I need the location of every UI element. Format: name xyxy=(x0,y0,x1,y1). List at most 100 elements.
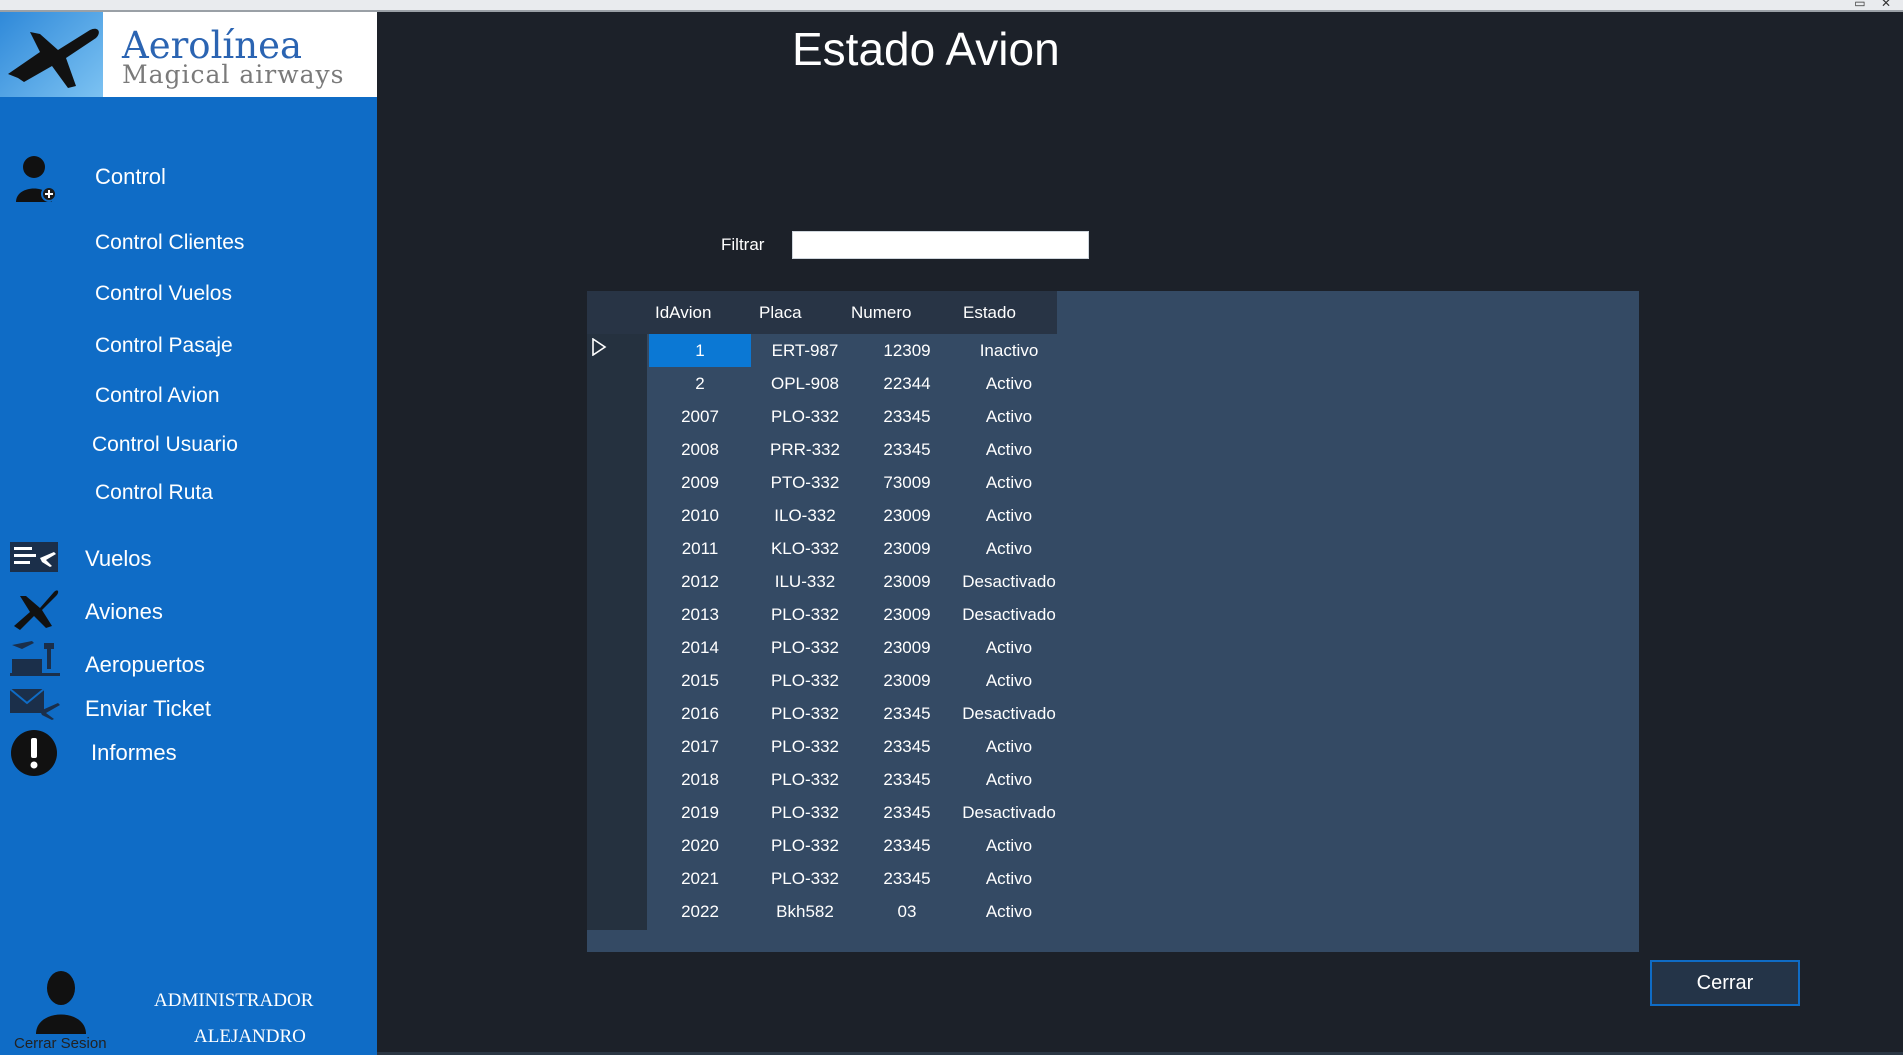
cell-placa[interactable]: PLO-332 xyxy=(757,400,853,433)
sidebar-item-control[interactable]: Control xyxy=(95,164,166,190)
table-row[interactable]: 2010 ILO-332 23009 Activo xyxy=(647,499,1057,532)
cell-estado[interactable]: Activo xyxy=(961,631,1057,664)
sidebar-item-control-avion[interactable]: Control Avion xyxy=(95,384,220,408)
cell-placa[interactable]: PLO-332 xyxy=(757,796,853,829)
cell-idavion[interactable]: 2 xyxy=(649,367,751,400)
logout-link[interactable]: Cerrar Sesion xyxy=(14,1035,107,1052)
cell-placa[interactable]: PLO-332 xyxy=(757,697,853,730)
table-row[interactable]: 1 ERT-987 12309 Inactivo xyxy=(647,334,1057,367)
cell-numero[interactable]: 23345 xyxy=(853,730,961,763)
table-row[interactable]: 2014 PLO-332 23009 Activo xyxy=(647,631,1057,664)
cell-placa[interactable]: ERT-987 xyxy=(757,334,853,367)
cell-placa[interactable]: ILU-332 xyxy=(757,565,853,598)
cell-idavion[interactable]: 2019 xyxy=(649,796,751,829)
cell-estado[interactable]: Activo xyxy=(961,532,1057,565)
cell-numero[interactable]: 03 xyxy=(853,895,961,928)
cell-estado[interactable]: Activo xyxy=(961,367,1057,400)
cell-idavion[interactable]: 2008 xyxy=(649,433,751,466)
cell-placa[interactable]: PLO-332 xyxy=(757,862,853,895)
cell-estado[interactable]: Desactivado xyxy=(961,565,1057,598)
cell-numero[interactable]: 23009 xyxy=(853,565,961,598)
cell-idavion[interactable]: 2018 xyxy=(649,763,751,796)
cell-idavion[interactable]: 2015 xyxy=(649,664,751,697)
sidebar-item-aviones[interactable]: Aviones xyxy=(85,599,163,625)
cell-numero[interactable]: 12309 xyxy=(853,334,961,367)
sidebar-item-vuelos[interactable]: Vuelos xyxy=(85,546,151,572)
cell-idavion[interactable]: 2016 xyxy=(649,697,751,730)
cell-placa[interactable]: ILO-332 xyxy=(757,499,853,532)
table-row[interactable]: 2015 PLO-332 23009 Activo xyxy=(647,664,1057,697)
cell-idavion[interactable]: 2013 xyxy=(649,598,751,631)
cell-numero[interactable]: 23345 xyxy=(853,697,961,730)
column-header-placa[interactable]: Placa xyxy=(759,291,802,334)
cell-placa[interactable]: Bkh582 xyxy=(757,895,853,928)
window-controls[interactable]: ▭ ✕ xyxy=(1854,0,1897,10)
cell-idavion[interactable]: 2014 xyxy=(649,631,751,664)
cell-estado[interactable]: Desactivado xyxy=(961,697,1057,730)
close-button[interactable]: Cerrar xyxy=(1650,960,1800,1006)
cell-placa[interactable]: PLO-332 xyxy=(757,763,853,796)
cell-placa[interactable]: PLO-332 xyxy=(757,664,853,697)
table-row[interactable]: 2022 Bkh582 03 Activo xyxy=(647,895,1057,928)
cell-idavion[interactable]: 2009 xyxy=(649,466,751,499)
table-row[interactable]: 2011 KLO-332 23009 Activo xyxy=(647,532,1057,565)
cell-estado[interactable]: Activo xyxy=(961,763,1057,796)
cell-estado[interactable]: Desactivado xyxy=(961,796,1057,829)
cell-estado[interactable]: Activo xyxy=(961,730,1057,763)
filter-input[interactable] xyxy=(792,231,1089,259)
cell-idavion[interactable]: 2022 xyxy=(649,895,751,928)
cell-estado[interactable]: Activo xyxy=(961,400,1057,433)
cell-idavion[interactable]: 2007 xyxy=(649,400,751,433)
cell-idavion[interactable]: 1 xyxy=(649,334,751,367)
cell-idavion[interactable]: 2017 xyxy=(649,730,751,763)
cell-placa[interactable]: PLO-332 xyxy=(757,631,853,664)
cell-placa[interactable]: KLO-332 xyxy=(757,532,853,565)
cell-idavion[interactable]: 2021 xyxy=(649,862,751,895)
table-row[interactable]: 2021 PLO-332 23345 Activo xyxy=(647,862,1057,895)
cell-numero[interactable]: 23345 xyxy=(853,829,961,862)
cell-placa[interactable]: PLO-332 xyxy=(757,598,853,631)
cell-numero[interactable]: 23345 xyxy=(853,763,961,796)
table-row[interactable]: 2018 PLO-332 23345 Activo xyxy=(647,763,1057,796)
cell-idavion[interactable]: 2020 xyxy=(649,829,751,862)
table-row[interactable]: 2016 PLO-332 23345 Desactivado xyxy=(647,697,1057,730)
column-header-idavion[interactable]: IdAvion xyxy=(655,291,711,334)
cell-numero[interactable]: 23009 xyxy=(853,664,961,697)
sidebar-item-control-ruta[interactable]: Control Ruta xyxy=(95,481,213,505)
cell-placa[interactable]: PLO-332 xyxy=(757,829,853,862)
table-row[interactable]: 2007 PLO-332 23345 Activo xyxy=(647,400,1057,433)
table-row[interactable]: 2017 PLO-332 23345 Activo xyxy=(647,730,1057,763)
sidebar-item-control-clientes[interactable]: Control Clientes xyxy=(95,231,244,255)
cell-estado[interactable]: Activo xyxy=(961,466,1057,499)
cell-numero[interactable]: 23009 xyxy=(853,499,961,532)
cell-estado[interactable]: Desactivado xyxy=(961,598,1057,631)
cell-numero[interactable]: 23009 xyxy=(853,532,961,565)
cell-estado[interactable]: Activo xyxy=(961,895,1057,928)
cell-estado[interactable]: Activo xyxy=(961,499,1057,532)
table-row[interactable]: 2020 PLO-332 23345 Activo xyxy=(647,829,1057,862)
table-row[interactable]: 2008 PRR-332 23345 Activo xyxy=(647,433,1057,466)
cell-estado[interactable]: Inactivo xyxy=(961,334,1057,367)
table-row[interactable]: 2009 PTO-332 73009 Activo xyxy=(647,466,1057,499)
cell-numero[interactable]: 23345 xyxy=(853,400,961,433)
sidebar-item-control-pasaje[interactable]: Control Pasaje xyxy=(95,334,233,358)
cell-numero[interactable]: 23345 xyxy=(853,862,961,895)
table-row[interactable]: 2 OPL-908 22344 Activo xyxy=(647,367,1057,400)
column-header-estado[interactable]: Estado xyxy=(963,291,1016,334)
sidebar-item-enviar-ticket[interactable]: Enviar Ticket xyxy=(85,696,211,722)
cell-numero[interactable]: 23345 xyxy=(853,796,961,829)
sidebar-item-aeropuertos[interactable]: Aeropuertos xyxy=(85,652,205,678)
cell-estado[interactable]: Activo xyxy=(961,862,1057,895)
table-row[interactable]: 2013 PLO-332 23009 Desactivado xyxy=(647,598,1057,631)
cell-estado[interactable]: Activo xyxy=(961,433,1057,466)
cell-numero[interactable]: 73009 xyxy=(853,466,961,499)
cell-idavion[interactable]: 2010 xyxy=(649,499,751,532)
cell-placa[interactable]: OPL-908 xyxy=(757,367,853,400)
cell-placa[interactable]: PTO-332 xyxy=(757,466,853,499)
sidebar-item-informes[interactable]: Informes xyxy=(91,740,177,766)
cell-numero[interactable]: 23009 xyxy=(853,631,961,664)
table-row[interactable]: 2012 ILU-332 23009 Desactivado xyxy=(647,565,1057,598)
cell-estado[interactable]: Activo xyxy=(961,829,1057,862)
cell-numero[interactable]: 23009 xyxy=(853,598,961,631)
cell-numero[interactable]: 23345 xyxy=(853,433,961,466)
